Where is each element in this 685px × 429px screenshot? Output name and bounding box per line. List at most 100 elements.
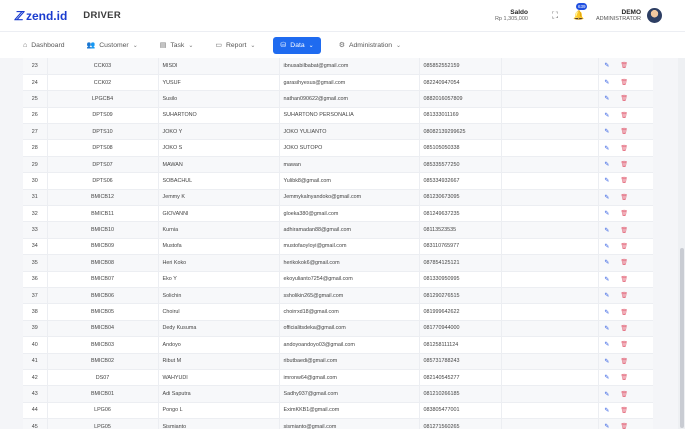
delete-icon[interactable]: 🗑	[620, 259, 628, 266]
empty-cell	[501, 189, 599, 207]
delete-icon[interactable]: 🗑	[620, 210, 628, 217]
delete-icon[interactable]: 🗑	[620, 243, 628, 250]
driver-name-cell: GIOVANNI	[158, 205, 280, 223]
delete-icon[interactable]: 🗑	[620, 325, 628, 332]
delete-icon[interactable]: 🗑	[620, 423, 628, 429]
nav-customer[interactable]: 👥 Customer ⌄	[83, 37, 142, 54]
delete-icon[interactable]: 🗑	[620, 292, 628, 299]
page-scrollbar[interactable]	[678, 58, 685, 429]
edit-icon[interactable]: ✎	[604, 112, 609, 119]
edit-icon[interactable]: ✎	[604, 95, 609, 102]
edit-icon[interactable]: ✎	[604, 309, 609, 316]
edit-icon[interactable]: ✎	[604, 145, 609, 152]
edit-icon[interactable]: ✎	[604, 227, 609, 234]
delete-icon[interactable]: 🗑	[620, 79, 628, 86]
row-number-cell: 40	[23, 336, 48, 354]
row-actions: ✎ 🗑	[603, 358, 650, 365]
driver-email-cell: ekoyulianto7254@gmail.com	[279, 271, 420, 288]
empty-cell	[501, 336, 599, 354]
edit-icon[interactable]: ✎	[604, 243, 609, 250]
edit-icon[interactable]: ✎	[604, 292, 609, 299]
delete-icon[interactable]: 🗑	[620, 227, 628, 234]
delete-icon[interactable]: 🗑	[620, 374, 628, 381]
chevron-down-icon: ⌄	[188, 42, 194, 49]
edit-icon[interactable]: ✎	[604, 210, 609, 217]
avatar[interactable]	[647, 8, 662, 23]
delete-icon[interactable]: 🗑	[620, 161, 628, 168]
table-row: 31 BMICB12 Jemmy K Jemmykalnyandoko@gmail.c…	[23, 189, 653, 207]
delete-icon[interactable]: 🗑	[620, 145, 628, 152]
row-number-cell: 45	[23, 418, 48, 429]
zend-logo[interactable]: ℤ zend.id	[14, 9, 67, 23]
saldo-block: Saldo Rp 1,305,000	[495, 9, 528, 22]
actions-cell: ✎ 🗑	[598, 238, 653, 256]
nav-report[interactable]: ▭ Report ⌄	[211, 37, 259, 54]
driver-phone-cell: 081333011169	[419, 107, 502, 125]
driver-phone-cell: 0882016057809	[419, 90, 502, 108]
row-actions: ✎ 🗑	[603, 292, 650, 299]
delete-icon[interactable]: 🗑	[620, 309, 628, 316]
delete-icon[interactable]: 🗑	[620, 391, 628, 398]
nav-data[interactable]: ⛁ Data ⌄	[273, 36, 321, 54]
driver-name-cell: Jemmy K	[158, 189, 280, 207]
nav-task[interactable]: ▤ Task ⌄	[156, 37, 198, 54]
empty-cell	[501, 238, 599, 256]
driver-email-cell: andoyoandoyo03@gmail.com	[279, 336, 420, 354]
fullscreen-icon[interactable]: ⛶	[548, 9, 562, 23]
delete-icon[interactable]: 🗑	[620, 194, 628, 201]
edit-icon[interactable]: ✎	[604, 62, 609, 69]
edit-icon[interactable]: ✎	[604, 161, 609, 168]
driver-email-cell: JOKO YULIANTO	[279, 123, 420, 141]
user-name: DEMO	[621, 9, 642, 16]
empty-cell	[501, 287, 599, 305]
driver-code-cell: DPTS07	[47, 156, 159, 174]
delete-icon[interactable]: 🗑	[620, 341, 628, 348]
driver-phone-cell: 08082139299625	[419, 123, 502, 141]
table-row: 33 BMICB10 Kurnia adhiramadan88@gmail.com 08…	[23, 221, 653, 239]
delete-icon[interactable]: 🗑	[620, 128, 628, 135]
actions-cell: ✎ 🗑	[598, 123, 653, 141]
nav-dashboard[interactable]: ⌂ Dashboard	[19, 37, 69, 54]
scrollbar-thumb[interactable]	[680, 248, 684, 428]
chevron-down-icon: ⌄	[250, 42, 256, 49]
edit-icon[interactable]: ✎	[604, 259, 609, 266]
delete-icon[interactable]: 🗑	[620, 112, 628, 119]
driver-code-cell: BMICB05	[47, 303, 159, 321]
delete-icon[interactable]: 🗑	[620, 62, 628, 69]
delete-icon[interactable]: 🗑	[620, 358, 628, 365]
users-icon: 👥	[86, 42, 96, 49]
edit-icon[interactable]: ✎	[604, 407, 609, 414]
driver-phone-cell: 081330950995	[419, 271, 502, 288]
edit-icon[interactable]: ✎	[604, 79, 609, 86]
row-actions: ✎ 🗑	[603, 309, 650, 316]
delete-icon[interactable]: 🗑	[620, 177, 628, 184]
edit-icon[interactable]: ✎	[604, 194, 609, 201]
actions-cell: ✎ 🗑	[598, 139, 653, 157]
edit-icon[interactable]: ✎	[604, 325, 609, 332]
user-block[interactable]: DEMO ADMINISTRATOR	[596, 9, 641, 22]
logo-text: zend.id	[25, 8, 68, 23]
nav-administration[interactable]: ⚙ Administration ⌄	[335, 37, 405, 54]
edit-icon[interactable]: ✎	[604, 341, 609, 348]
edit-icon[interactable]: ✎	[604, 177, 609, 184]
delete-icon[interactable]: 🗑	[620, 276, 628, 283]
edit-icon[interactable]: ✎	[604, 276, 609, 283]
edit-icon[interactable]: ✎	[604, 358, 609, 365]
edit-icon[interactable]: ✎	[604, 128, 609, 135]
table-row: 24 CCK02 YUSUF garasihyesus@gmail.com 082240…	[23, 74, 653, 92]
row-actions: ✎ 🗑	[603, 145, 650, 152]
empty-cell	[501, 418, 599, 429]
edit-icon[interactable]: ✎	[604, 374, 609, 381]
empty-cell	[501, 402, 599, 420]
driver-name-cell: SOBACHUL	[158, 172, 280, 190]
empty-cell	[501, 369, 599, 387]
edit-icon[interactable]: ✎	[604, 423, 609, 429]
driver-phone-cell: 083805477001	[419, 402, 502, 420]
notification-button[interactable]: 🔔 639	[572, 2, 588, 23]
edit-icon[interactable]: ✎	[604, 391, 609, 398]
driver-email-cell: Jemmykalnyandoko@gmail.com	[279, 189, 420, 207]
delete-icon[interactable]: 🗑	[620, 407, 628, 414]
delete-icon[interactable]: 🗑	[620, 95, 628, 102]
nav-administration-label: Administration	[348, 41, 393, 49]
row-actions: ✎ 🗑	[603, 374, 650, 381]
